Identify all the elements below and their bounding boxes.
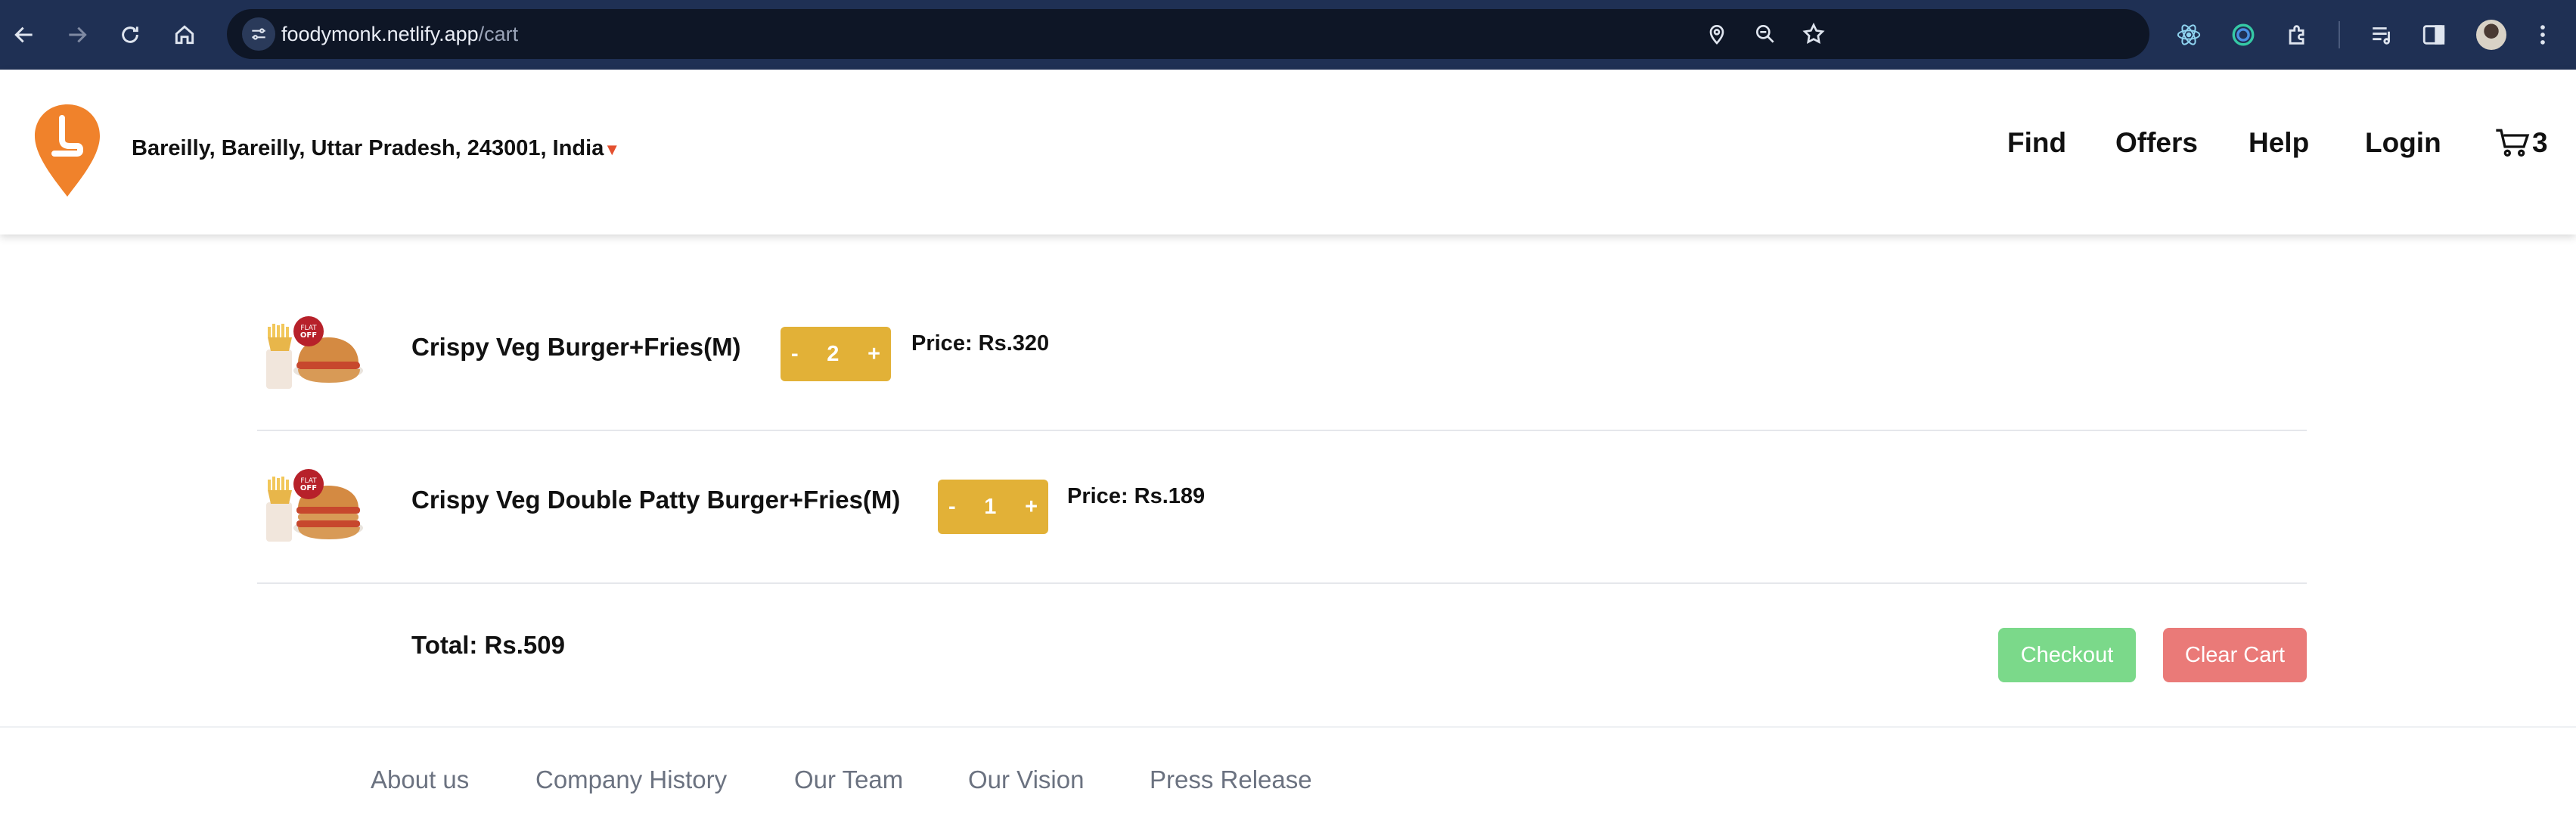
increase-button[interactable]: + <box>867 342 880 367</box>
brand-logo[interactable] <box>32 101 103 200</box>
item-name: Crispy Veg Double Patty Burger+Fries(M) <box>411 486 901 514</box>
url-path: /cart <box>478 23 519 45</box>
url-domain: foodymonk.netlify.app <box>281 23 479 45</box>
forward-icon[interactable] <box>56 14 98 56</box>
checkout-button[interactable]: Checkout <box>1998 628 2136 682</box>
zoom-icon[interactable] <box>1753 22 1777 46</box>
item-price: Price: Rs.320 <box>911 331 1050 356</box>
footer-link-our-vision[interactable]: Our Vision <box>968 766 1084 794</box>
nav-login[interactable]: Login <box>2365 127 2441 159</box>
nav-find[interactable]: Find <box>2007 127 2066 159</box>
back-icon[interactable] <box>3 14 45 56</box>
clear-cart-button[interactable]: Clear Cart <box>2163 628 2307 682</box>
nav-help[interactable]: Help <box>2249 127 2309 159</box>
footer-link-about[interactable]: About us <box>371 766 469 794</box>
location-pin-icon[interactable] <box>1705 22 1729 46</box>
svg-text:OFF: OFF <box>300 331 317 340</box>
toolbar-divider <box>2339 21 2340 48</box>
browser-toolbar: foodymonk.netlify.app/cart <box>0 0 2576 70</box>
quantity-value: 1 <box>984 494 997 519</box>
nav-offers[interactable]: Offers <box>2115 127 2198 159</box>
address-bar[interactable]: foodymonk.netlify.app/cart <box>227 9 2149 59</box>
quantity-value: 2 <box>827 341 840 366</box>
cart-link[interactable]: 3 <box>2494 127 2548 159</box>
bookmark-star-icon[interactable] <box>1802 22 1826 46</box>
extensions-puzzle-icon[interactable] <box>2281 18 2314 51</box>
footer-link-our-team[interactable]: Our Team <box>794 766 903 794</box>
footer-link-company-history[interactable]: Company History <box>535 766 727 794</box>
quantity-stepper: - 1 + <box>938 480 1048 534</box>
burger-fries-image: FLATOFF <box>266 316 363 389</box>
double-patty-burger-fries-image: FLATOFF <box>266 469 363 542</box>
profile-avatar[interactable] <box>2476 20 2506 50</box>
cart-icon <box>2496 129 2530 157</box>
cart-item: FLAT OFF Crispy Veg Double Patty Burger+F… <box>257 431 2307 584</box>
home-icon[interactable] <box>163 14 206 56</box>
site-footer: About us Company History Our Team Our Vi… <box>0 726 2576 823</box>
svg-text:OFF: OFF <box>300 484 317 492</box>
cart-count: 3 <box>2532 127 2548 158</box>
cart-total: Total: Rs.509 <box>411 631 565 659</box>
react-devtools-icon[interactable] <box>2172 18 2205 51</box>
location-text: Bareilly, Bareilly, Uttar Pradesh, 24300… <box>132 136 604 160</box>
cart-item: FLAT OFF Crispy Veg Burger+Fries(M) - 2 +… <box>257 278 2307 431</box>
location-selector[interactable]: Bareilly, Bareilly, Uttar Pradesh, 24300… <box>132 136 620 161</box>
url-text[interactable]: foodymonk.netlify.app/cart <box>281 9 518 59</box>
increase-button[interactable]: + <box>1025 495 1038 520</box>
quantity-stepper: - 2 + <box>781 327 891 381</box>
side-panel-icon[interactable] <box>2417 18 2450 51</box>
browser-menu-icon[interactable] <box>2526 18 2559 51</box>
media-queue-icon[interactable] <box>2366 18 2399 51</box>
footer-link-press-release[interactable]: Press Release <box>1150 766 1312 794</box>
caret-down-icon: ▼ <box>604 140 621 159</box>
reload-icon[interactable] <box>109 14 151 56</box>
site-header: Bareilly, Bareilly, Uttar Pradesh, 24300… <box>0 70 2576 234</box>
item-price: Price: Rs.189 <box>1067 484 1206 508</box>
decrease-button[interactable]: - <box>791 342 799 367</box>
site-info-icon[interactable] <box>242 17 275 51</box>
decrease-button[interactable]: - <box>948 495 956 520</box>
item-name: Crispy Veg Burger+Fries(M) <box>411 333 741 361</box>
extension-ring-icon[interactable] <box>2227 18 2260 51</box>
